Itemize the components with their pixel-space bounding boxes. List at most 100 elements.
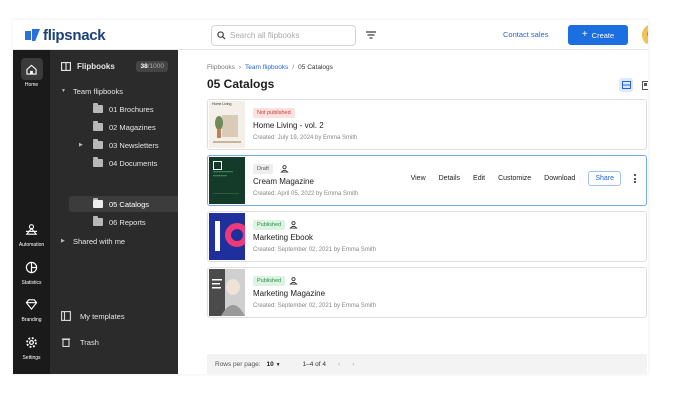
logo-text: flipsnack [43,26,106,44]
flipbook-title[interactable]: Marketing Magazine [253,289,325,298]
status-badge: Published [253,220,286,230]
rail-automation-label: Automation [18,242,45,248]
rail-home-label: Home [24,82,39,88]
collaboration-icon [289,277,298,285]
rail-home[interactable]: Home [13,58,50,88]
search-box[interactable] [211,25,356,46]
crumb-separator: › [238,64,241,71]
folder-icon [93,216,103,226]
edit-button[interactable]: Edit [473,175,485,182]
flipbook-title[interactable]: Home Living - vol. 2 [253,121,324,130]
details-button[interactable]: Details [439,175,460,182]
rail-settings-label: Settings [22,355,41,361]
pagination-bar: Rows per page: 10 ▼ 1–4 of 4 ‹ › [207,354,647,374]
next-page-icon[interactable]: › [352,361,354,368]
rail-automation[interactable]: Automation [13,218,50,248]
folder-icon [93,139,103,149]
collaboration-icon [280,165,289,173]
crumb-team-flipbooks[interactable]: Team flipbooks [245,64,288,71]
breadcrumb: Flipbooks › Team flipbooks / 05 Catalogs [207,64,333,71]
download-button[interactable]: Download [544,175,575,182]
prev-page-icon[interactable]: ‹ [338,361,340,368]
rows-per-page-label: Rows per page: [215,360,261,368]
avatar[interactable] [642,24,648,46]
rail-settings[interactable]: Settings [13,331,50,361]
contact-sales-link[interactable]: Contact sales [503,30,548,39]
folder-icon [93,198,103,208]
rail-branding[interactable]: Branding [13,293,50,323]
flipbook-card[interactable]: 1 Published Marketing Ebook Created: Sep… [207,211,647,262]
rows-per-page-select[interactable]: 10 ▼ [267,361,281,368]
folder-icon [93,103,103,113]
cover-thumbnail [209,157,245,204]
flipbook-meta: Created: July 19, 2024 by Emma Smith [253,135,358,141]
sidebar: Flipbooks 38/1000 ▼ Team flipbooks 01 Br… [50,50,186,374]
home-icon [20,58,43,80]
filter-icon[interactable] [365,29,377,41]
sidebar-item-label: 02 Magazines [109,122,156,132]
crumb-separator: / [292,64,295,71]
cover-thumbnail: Home Living [209,101,245,148]
rail-statistics[interactable]: Statistics [13,256,50,286]
flipbook-meta: Created: April 05, 2022 by Emma Smith [253,191,359,197]
flipbook-card[interactable]: Published Marketing Magazine Created: Se… [207,267,647,318]
sidebar-item-templates[interactable]: My templates [61,308,125,324]
crumb-current: 05 Catalogs [298,64,333,71]
folder-icon [93,121,103,131]
sidebar-item-label: 06 Reports [109,217,146,227]
sidebar-item-label: My templates [80,311,125,321]
sidebar-item-catalogs[interactable]: 05 Catalogs [69,196,186,212]
folder-icon [93,157,103,167]
flipbook-count-badge: 38/1000 [136,61,168,72]
sidebar-item-newsletters[interactable]: ▶ 03 Newsletters [79,137,171,153]
diamond-icon [21,293,43,315]
sidebar-item-magazines[interactable]: 02 Magazines [79,119,171,135]
grid-view-toggle[interactable] [639,78,648,92]
sidebar-item-label: 05 Catalogs [109,199,150,209]
sidebar-item-label: 03 Newsletters [109,140,159,150]
list-view-toggle[interactable] [619,78,633,92]
search-input[interactable] [230,31,350,40]
crumb-flipbooks[interactable]: Flipbooks [207,64,235,71]
sidebar-item-label: Shared with me [73,236,126,246]
plus-icon: + [581,29,588,40]
view-button[interactable]: View [411,175,426,182]
more-options-icon[interactable] [634,174,636,183]
flipbook-card[interactable]: Home Living Not published Home Living - … [207,99,647,150]
sidebar-item-brochures[interactable]: 01 Brochures [79,101,171,117]
flipbook-title[interactable]: Marketing Ebook [253,233,313,242]
status-badge: Not published [253,108,295,118]
main-content: Flipbooks › Team flipbooks / 05 Catalogs… [178,50,648,374]
templates-icon [61,311,71,321]
logo[interactable]: flipsnack [25,26,106,44]
sidebar-item-documents[interactable]: 04 Documents [79,155,171,171]
status-badge: Published [253,276,286,286]
create-label: Create [591,30,615,40]
sidebar-item-label: Team flipbooks [73,86,124,96]
cover-thumbnail [209,269,245,316]
sidebar-item-trash[interactable]: Trash [61,334,99,350]
sidebar-header[interactable]: Flipbooks [61,62,115,71]
select-checkbox[interactable] [213,161,222,170]
cover-title-text: Home Living [212,102,233,107]
automation-icon [21,218,43,240]
customize-button[interactable]: Customize [498,175,531,182]
flipbook-count: 38 [140,63,148,70]
caret-down-icon: ▼ [61,88,66,94]
sidebar-item-reports[interactable]: 06 Reports [79,214,171,230]
create-button[interactable]: + Create [568,25,628,45]
sidebar-item-label: Trash [80,337,99,347]
flipbook-meta: Created: September 02, 2021 by Emma Smit… [253,247,377,253]
book-icon [61,62,71,71]
card-actions: View Details Edit Customize Download Sha… [411,171,636,186]
flipbook-title[interactable]: Cream Magazine [253,177,314,186]
sidebar-item-shared[interactable]: ▶ Shared with me [61,233,125,249]
search-icon [217,31,226,40]
sidebar-title: Flipbooks [77,62,115,71]
flipbook-card[interactable]: Draft Cream Magazine Created: April 05, … [207,155,647,206]
share-button[interactable]: Share [588,171,621,186]
page-range: 1–4 of 4 [302,360,327,368]
flipbook-count-total: /1000 [147,63,164,70]
app-window: flipsnack Contact sales + Create [13,20,648,374]
sidebar-item-team-flipbooks[interactable]: ▼ Team flipbooks [61,83,123,99]
